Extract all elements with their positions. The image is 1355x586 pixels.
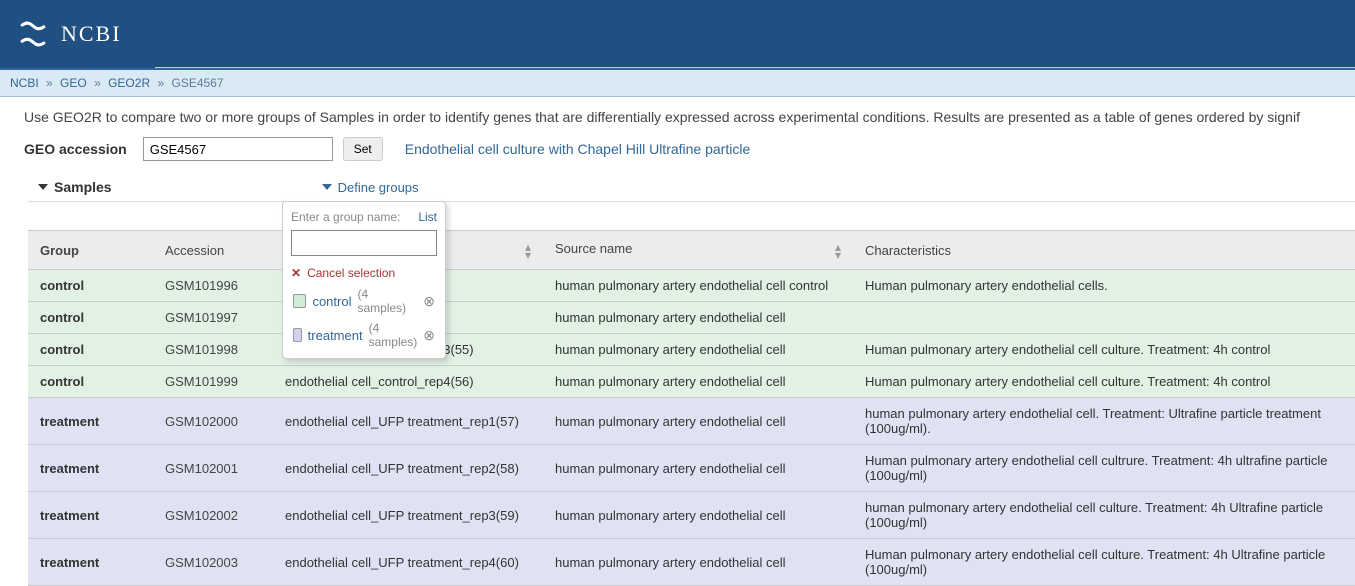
define-groups-toggle[interactable]: Define groups bbox=[322, 180, 419, 195]
cell-group: treatment bbox=[28, 398, 153, 445]
cell-group: treatment bbox=[28, 539, 153, 586]
samples-table: Group Accession ▴▾ Source name▴▾ Charact… bbox=[28, 230, 1355, 586]
delete-group-icon[interactable]: ⊗ bbox=[423, 293, 435, 310]
cell-source: human pulmonary artery endothelial cell bbox=[543, 302, 853, 334]
intro-text: Use GEO2R to compare two or more groups … bbox=[0, 97, 1355, 133]
cell-title: endothelial cell_UFP treatment_rep3(59) bbox=[273, 492, 543, 539]
cell-accession: GSM102000 bbox=[153, 398, 273, 445]
logo-text: NCBI bbox=[61, 21, 122, 47]
cell-accession: GSM101999 bbox=[153, 366, 273, 398]
cell-source: human pulmonary artery endothelial cell bbox=[543, 539, 853, 586]
crumb-current: GSE4567 bbox=[171, 76, 223, 90]
cell-group: control bbox=[28, 366, 153, 398]
delete-group-icon[interactable]: ⊗ bbox=[423, 327, 435, 344]
sort-icon: ▴▾ bbox=[835, 243, 841, 259]
cell-title: endothelial cell_control_rep4(56) bbox=[273, 366, 543, 398]
group-pill-control[interactable]: control (4 samples) ⊗ bbox=[291, 284, 437, 318]
cell-accession: GSM102002 bbox=[153, 492, 273, 539]
cell-accession: GSM102003 bbox=[153, 539, 273, 586]
group-pill-treatment[interactable]: treatment (4 samples) ⊗ bbox=[291, 318, 437, 352]
samples-toggle[interactable]: Samples bbox=[38, 179, 112, 195]
cell-characteristics: Human pulmonary artery endothelial cells… bbox=[853, 270, 1355, 302]
crumb-geo[interactable]: GEO bbox=[60, 76, 87, 90]
crumb-ncbi[interactable]: NCBI bbox=[10, 76, 39, 90]
table-row[interactable]: controlGSM101998endothelial cell_control… bbox=[28, 334, 1355, 366]
cell-characteristics bbox=[853, 302, 1355, 334]
cell-group: treatment bbox=[28, 492, 153, 539]
color-swatch bbox=[293, 328, 302, 342]
group-name-input[interactable] bbox=[291, 230, 437, 256]
dataset-title-link[interactable]: Endothelial cell culture with Chapel Hil… bbox=[405, 141, 751, 157]
table-row[interactable]: controlGSM101996ep1(53)human pulmonary a… bbox=[28, 270, 1355, 302]
cell-characteristics: Human pulmonary artery endothelial cell … bbox=[853, 445, 1355, 492]
accession-row: GEO accession Set Endothelial cell cultu… bbox=[0, 133, 1355, 173]
cell-accession: GSM101996 bbox=[153, 270, 273, 302]
cell-source: human pulmonary artery endothelial cell bbox=[543, 492, 853, 539]
col-group[interactable]: Group bbox=[28, 231, 153, 270]
cancel-selection[interactable]: ✕Cancel selection bbox=[291, 262, 437, 284]
cell-title: endothelial cell_UFP treatment_rep1(57) bbox=[273, 398, 543, 445]
cell-title: endothelial cell_UFP treatment_rep4(60) bbox=[273, 539, 543, 586]
list-link[interactable]: List bbox=[418, 210, 437, 224]
cell-source: human pulmonary artery endothelial cell bbox=[543, 398, 853, 445]
cell-source: human pulmonary artery endothelial cell bbox=[543, 366, 853, 398]
cell-characteristics: human pulmonary artery endothelial cell.… bbox=[853, 398, 1355, 445]
close-icon: ✕ bbox=[291, 266, 301, 280]
cell-group: treatment bbox=[28, 445, 153, 492]
logo[interactable]: NCBI bbox=[0, 0, 155, 68]
chevron-down-icon bbox=[38, 184, 48, 190]
cell-accession: GSM101998 bbox=[153, 334, 273, 366]
cell-characteristics: Human pulmonary artery endothelial cell … bbox=[853, 334, 1355, 366]
sort-icon: ▴▾ bbox=[525, 243, 531, 259]
set-button[interactable]: Set bbox=[343, 137, 383, 161]
cell-accession: GSM102001 bbox=[153, 445, 273, 492]
accession-input[interactable] bbox=[143, 137, 333, 161]
ncbi-icon bbox=[15, 16, 51, 52]
group-name-prompt: Enter a group name: bbox=[291, 210, 400, 224]
table-row[interactable]: treatmentGSM102000endothelial cell_UFP t… bbox=[28, 398, 1355, 445]
table-row[interactable]: treatmentGSM102002endothelial cell_UFP t… bbox=[28, 492, 1355, 539]
cell-group: control bbox=[28, 270, 153, 302]
table-row[interactable]: controlGSM101997ep2(54)human pulmonary a… bbox=[28, 302, 1355, 334]
cell-characteristics: Human pulmonary artery endothelial cell … bbox=[853, 539, 1355, 586]
panel-header: Samples Define groups Enter a group name… bbox=[28, 173, 1355, 202]
chevron-down-icon bbox=[322, 184, 332, 190]
breadcrumb: NCBI » GEO » GEO2R » GSE4567 bbox=[0, 68, 1355, 97]
col-accession[interactable]: Accession bbox=[153, 231, 273, 270]
crumb-geo2r[interactable]: GEO2R bbox=[108, 76, 150, 90]
cell-group: control bbox=[28, 334, 153, 366]
cell-characteristics: human pulmonary artery endothelial cell … bbox=[853, 492, 1355, 539]
cell-characteristics: Human pulmonary artery endothelial cell … bbox=[853, 366, 1355, 398]
table-row[interactable]: controlGSM101999endothelial cell_control… bbox=[28, 366, 1355, 398]
col-characteristics[interactable]: Characteristics bbox=[853, 231, 1355, 270]
cell-source: human pulmonary artery endothelial cell bbox=[543, 334, 853, 366]
table-row[interactable]: treatmentGSM102001endothelial cell_UFP t… bbox=[28, 445, 1355, 492]
site-header: NCBI bbox=[0, 0, 1355, 68]
cell-source: human pulmonary artery endothelial cell bbox=[543, 445, 853, 492]
table-row[interactable]: treatmentGSM102003endothelial cell_UFP t… bbox=[28, 539, 1355, 586]
cell-title: endothelial cell_UFP treatment_rep2(58) bbox=[273, 445, 543, 492]
accession-label: GEO accession bbox=[24, 141, 127, 157]
cell-group: control bbox=[28, 302, 153, 334]
color-swatch bbox=[293, 294, 306, 308]
cell-accession: GSM101997 bbox=[153, 302, 273, 334]
define-groups-popup: Enter a group name: List ✕Cancel selecti… bbox=[282, 201, 446, 359]
samples-panel: Samples Define groups Enter a group name… bbox=[28, 173, 1355, 586]
cell-source: human pulmonary artery endothelial cell … bbox=[543, 270, 853, 302]
col-source[interactable]: Source name▴▾ bbox=[543, 231, 853, 270]
